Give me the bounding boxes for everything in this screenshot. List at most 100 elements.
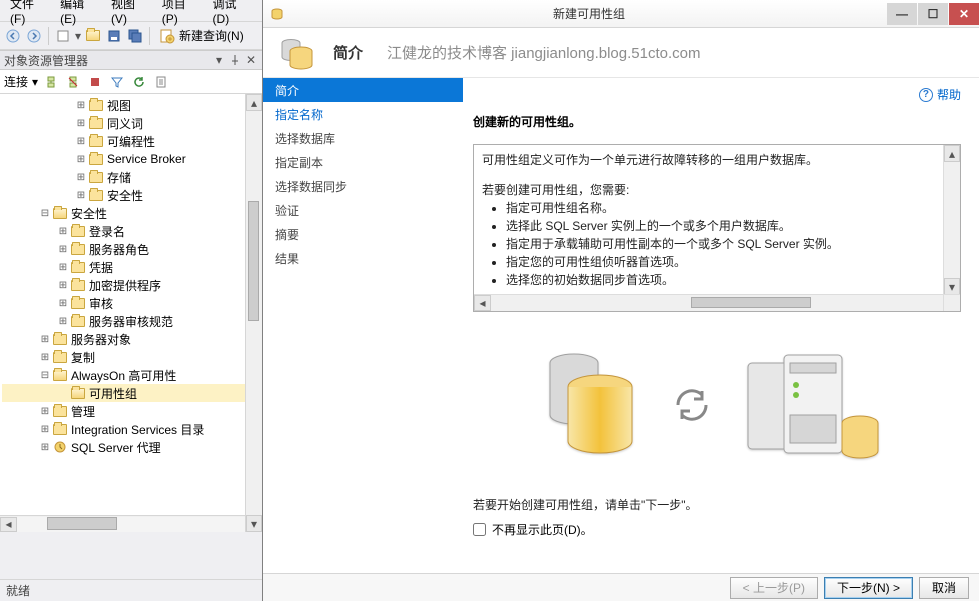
scroll-up-icon[interactable]: ▴ — [246, 94, 262, 111]
scroll-down-icon[interactable]: ▾ — [944, 278, 960, 295]
expand-icon[interactable]: ⊞ — [74, 154, 88, 165]
next-button[interactable]: 下一步(N) > — [824, 577, 913, 599]
wizard-step[interactable]: 验证 — [263, 198, 463, 222]
connect-icon[interactable] — [42, 73, 60, 91]
expand-icon[interactable]: ⊞ — [56, 298, 70, 309]
info-hscroll[interactable]: ◂ ▸ — [474, 294, 960, 311]
menu-project[interactable]: 项目(P) — [158, 0, 205, 27]
expand-icon[interactable]: ⊞ — [74, 118, 88, 129]
tree-item[interactable]: ⊞服务器审核规范 — [2, 312, 262, 330]
connect-label[interactable]: 连接 — [4, 73, 28, 90]
tree-item[interactable]: ⊞可编程性 — [2, 132, 262, 150]
tree-item[interactable]: ⊞ 凭据 — [2, 258, 262, 276]
expand-icon[interactable]: ⊟ — [38, 370, 52, 381]
tree-item[interactable]: ⊞登录名 — [2, 222, 262, 240]
script-icon[interactable] — [152, 73, 170, 91]
expand-icon[interactable]: ⊞ — [56, 244, 70, 255]
expand-icon[interactable]: ⊞ — [38, 352, 52, 363]
tree-item[interactable]: ⊞SQL Server 代理 — [2, 438, 262, 456]
sync-icon — [668, 381, 716, 429]
wizard-step[interactable]: 指定副本 — [263, 150, 463, 174]
expand-icon[interactable]: ⊟ — [38, 208, 52, 219]
tree-item[interactable]: ⊞Service Broker — [2, 150, 262, 168]
expand-icon[interactable]: ⊞ — [74, 136, 88, 147]
menu-debug[interactable]: 调试(D) — [209, 0, 256, 27]
tree-item[interactable]: ⊞复制 — [2, 348, 262, 366]
wizard-step[interactable]: 选择数据同步 — [263, 174, 463, 198]
tree-item[interactable]: ⊟安全性 — [2, 204, 262, 222]
tree-vscroll[interactable]: ▴ ▾ — [245, 94, 262, 532]
scroll-up-icon[interactable]: ▴ — [944, 145, 960, 162]
expand-icon[interactable]: ⊞ — [38, 442, 52, 453]
info-vscroll[interactable]: ▴ ▾ — [943, 145, 960, 295]
expand-icon[interactable]: ⊞ — [56, 262, 70, 273]
scroll-left-icon[interactable]: ◂ — [474, 295, 491, 311]
tree-item[interactable]: ⊞服务器角色 — [2, 240, 262, 258]
tree-item[interactable]: ⊞加密提供程序 — [2, 276, 262, 294]
menu-edit[interactable]: 编辑(E) — [56, 0, 103, 27]
cancel-button[interactable]: 取消 — [919, 577, 969, 599]
wizard-step[interactable]: 指定名称 — [263, 102, 463, 126]
tree-item[interactable]: ⊞同义词 — [2, 114, 262, 132]
minimize-button[interactable]: — — [887, 3, 917, 25]
stop-icon[interactable] — [86, 73, 104, 91]
filter-icon[interactable] — [108, 73, 126, 91]
wizard-step[interactable]: 选择数据库 — [263, 126, 463, 150]
dropdown-icon[interactable]: ▾ — [212, 53, 226, 67]
refresh-icon[interactable] — [130, 73, 148, 91]
close-icon[interactable]: ✕ — [244, 53, 258, 67]
tree-item[interactable]: ⊞Integration Services 目录 — [2, 420, 262, 438]
expand-icon[interactable]: ⊞ — [74, 172, 88, 183]
disconnect-icon[interactable] — [64, 73, 82, 91]
expand-icon[interactable]: ⊞ — [56, 316, 70, 327]
scroll-thumb[interactable] — [691, 297, 811, 308]
tree-item[interactable]: ⊞ 服务器对象 — [2, 330, 262, 348]
info-bullet: 选择此 SQL Server 实例上的一个或多个用户数据库。 — [506, 217, 940, 235]
new-query-button[interactable]: 新建查询(N) — [155, 27, 248, 44]
tree-item[interactable]: ⊞视图 — [2, 96, 262, 114]
tree-item[interactable]: ⊞存储 — [2, 168, 262, 186]
scroll-thumb[interactable] — [47, 517, 117, 530]
save-icon[interactable] — [105, 27, 123, 45]
expand-icon[interactable]: ⊞ — [38, 406, 52, 417]
prev-button: < 上一步(P) — [730, 577, 818, 599]
maximize-button[interactable]: ☐ — [918, 3, 948, 25]
tree-item-label: 服务器对象 — [71, 331, 131, 348]
scroll-left-icon[interactable]: ◂ — [0, 517, 17, 532]
checkbox-input[interactable] — [473, 523, 486, 536]
pin-icon[interactable] — [228, 53, 242, 67]
help-link[interactable]: ? 帮助 — [919, 86, 961, 103]
tree-item[interactable]: 可用性组 — [2, 384, 262, 402]
folder-icon — [88, 115, 104, 131]
expand-icon[interactable]: ⊞ — [56, 280, 70, 291]
object-explorer-tree[interactable]: ⊞视图⊞同义词⊞可编程性⊞Service Broker⊞存储⊞安全性⊟安全性⊞登… — [0, 94, 262, 515]
expand-icon[interactable]: ⊞ — [74, 190, 88, 201]
wizard-step[interactable]: 结果 — [263, 246, 463, 270]
expand-icon[interactable]: ⊞ — [38, 424, 52, 435]
scroll-thumb[interactable] — [248, 201, 259, 321]
expand-icon[interactable]: ⊞ — [74, 100, 88, 111]
wizard-steps: 简介指定名称选择数据库指定副本选择数据同步验证摘要结果 — [263, 78, 463, 573]
dont-show-checkbox[interactable]: 不再显示此页(D)。 — [473, 521, 961, 538]
expand-icon[interactable]: ⊞ — [38, 334, 52, 345]
saveall-icon[interactable] — [126, 27, 144, 45]
scroll-down-icon[interactable]: ▾ — [246, 515, 262, 532]
titlebar[interactable]: 新建可用性组 — ☐ ✕ — [263, 0, 979, 28]
menu-view[interactable]: 视图(V) — [107, 0, 154, 27]
close-button[interactable]: ✕ — [949, 3, 979, 25]
tree-item[interactable]: ⊞审核 — [2, 294, 262, 312]
new-icon[interactable] — [54, 27, 72, 45]
wizard-step[interactable]: 摘要 — [263, 222, 463, 246]
tree-item[interactable]: ⊞安全性 — [2, 186, 262, 204]
tree-item-label: 凭据 — [89, 259, 113, 276]
wizard-header: 简介 江健龙的技术博客 jiangjianlong.blog.51cto.com — [263, 28, 979, 78]
expand-icon[interactable]: ⊞ — [56, 226, 70, 237]
nav-back-icon[interactable] — [4, 27, 22, 45]
menu-file[interactable]: 文件(F) — [6, 0, 52, 27]
tree-item[interactable]: ⊟AlwaysOn 高可用性 — [2, 366, 262, 384]
tree-item[interactable]: ⊞管理 — [2, 402, 262, 420]
wizard-header-icon — [277, 33, 317, 73]
tree-hscroll[interactable]: ◂ ▸ — [0, 515, 262, 532]
open-icon[interactable] — [84, 27, 102, 45]
nav-fwd-icon[interactable] — [25, 27, 43, 45]
